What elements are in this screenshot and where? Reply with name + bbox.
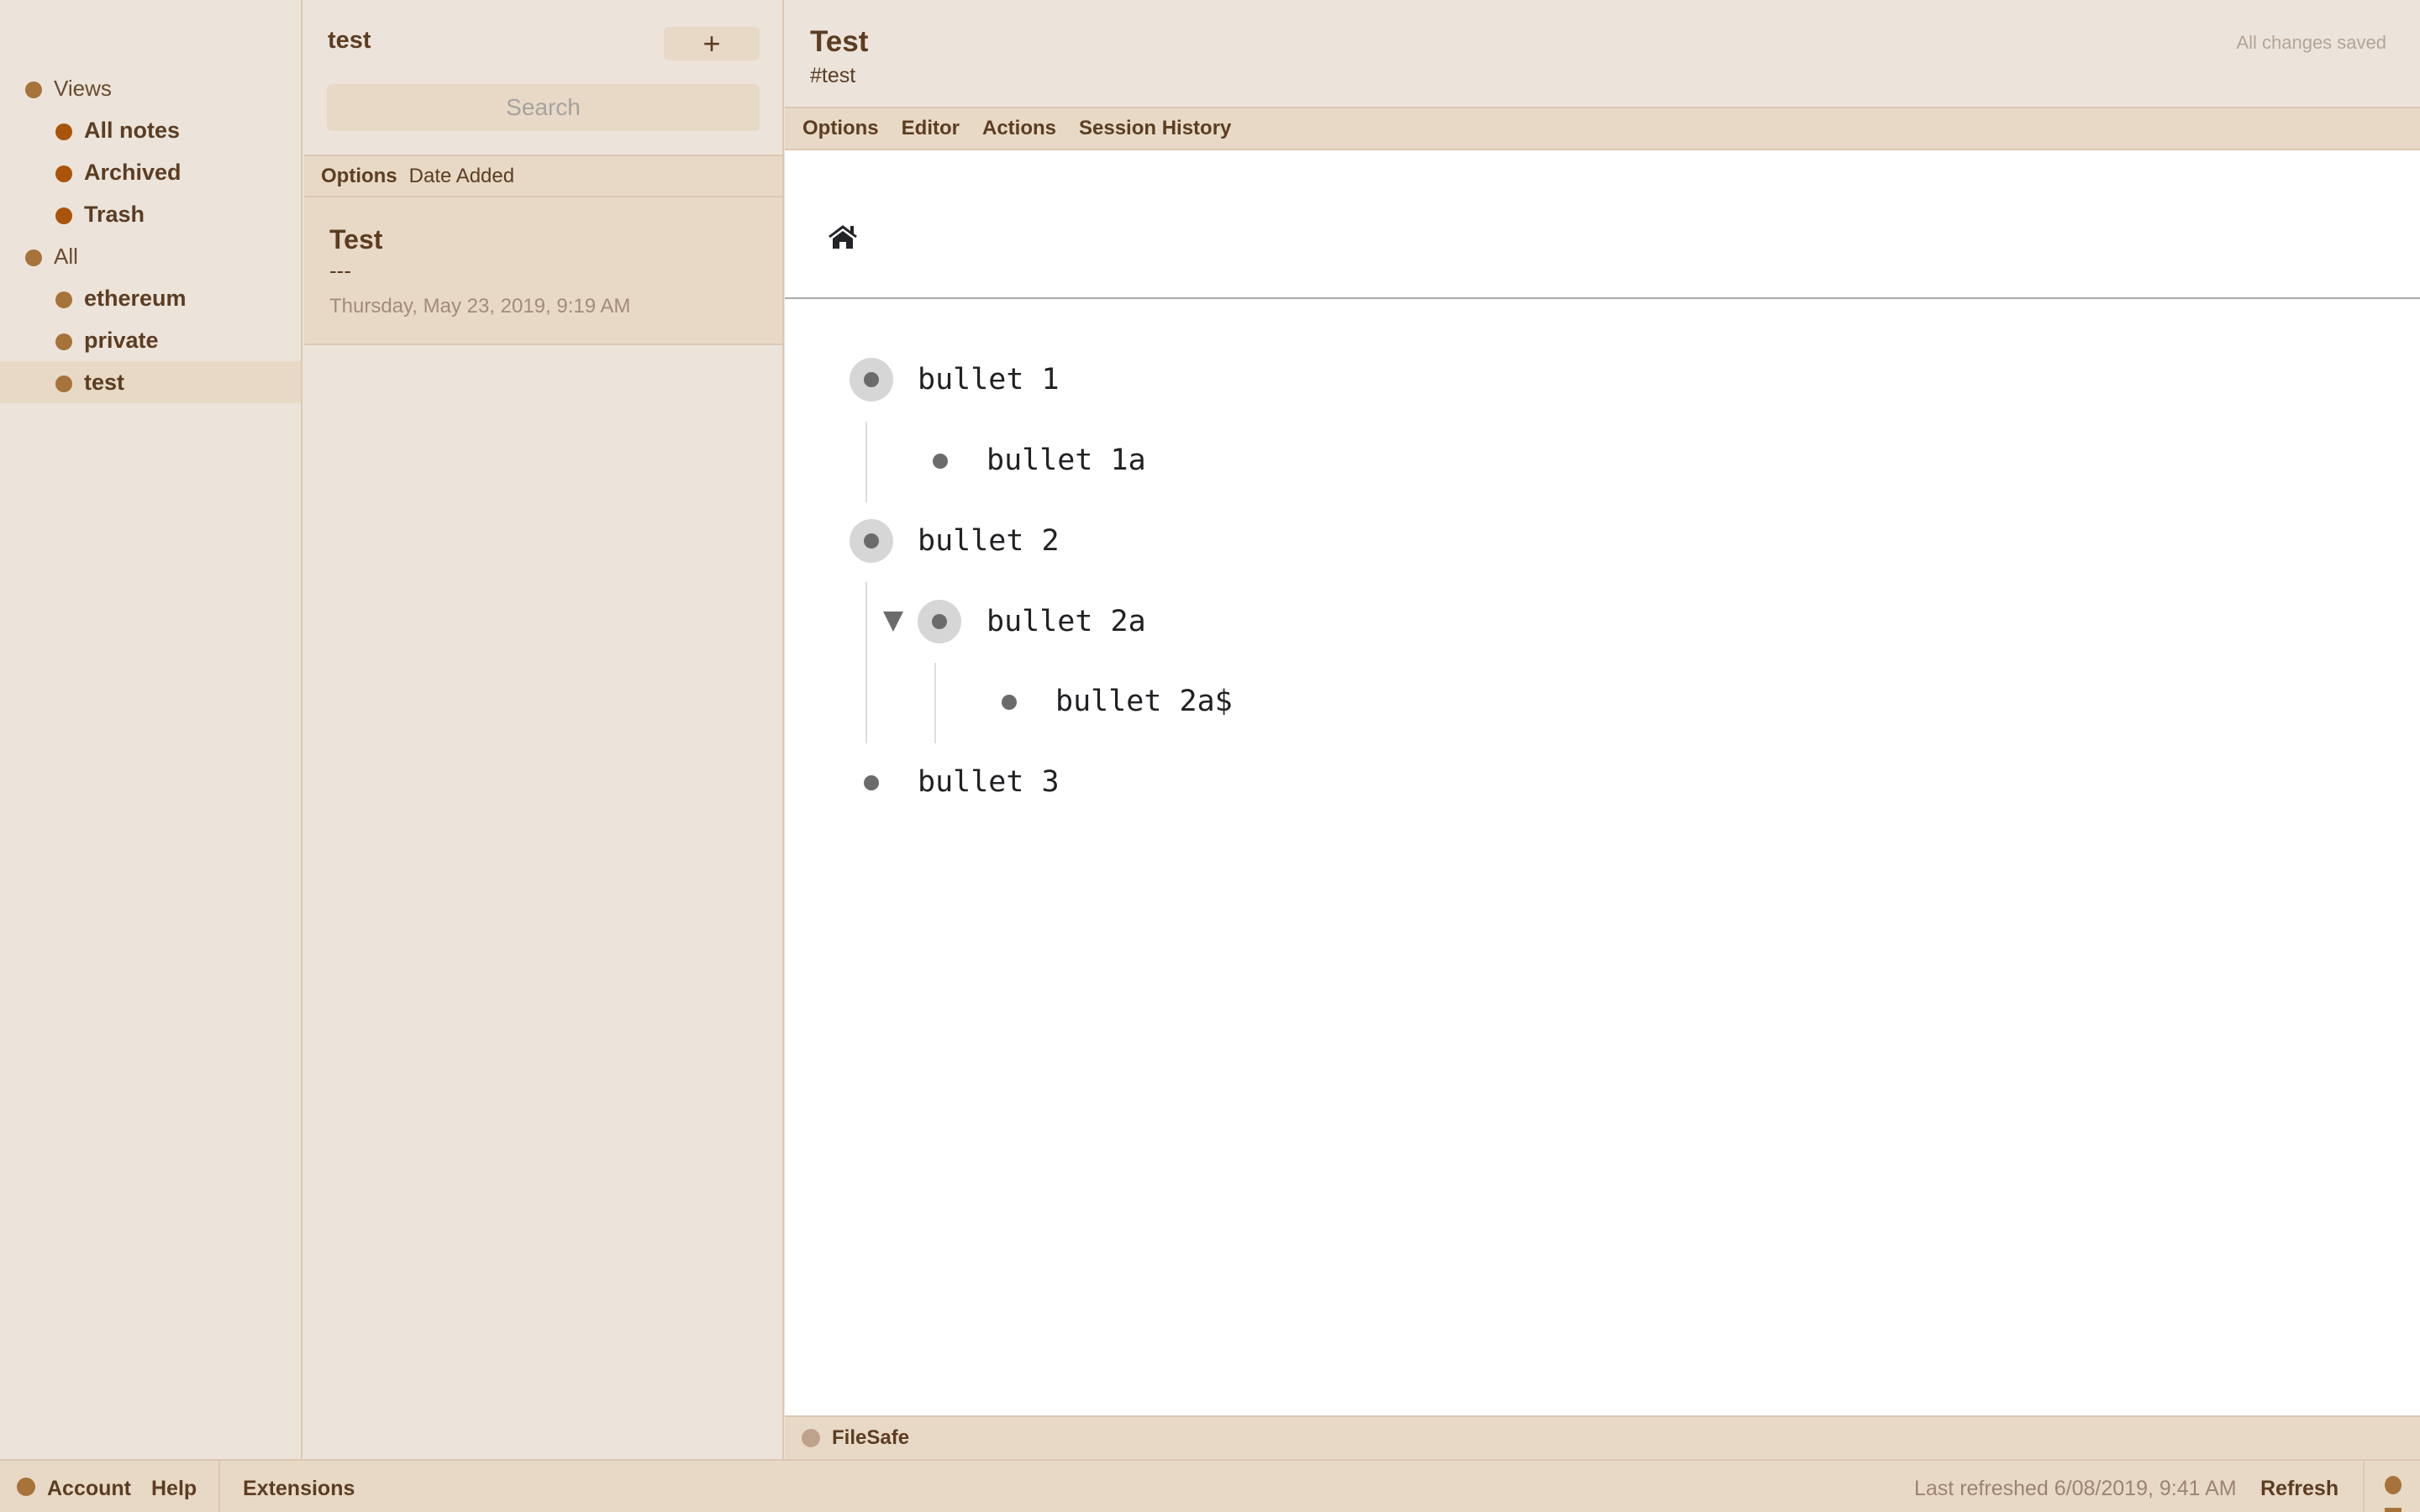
editor-panel: Test #test All changes saved Options Edi… <box>785 0 2420 1459</box>
outline-item-text[interactable]: bullet 3 <box>918 765 1060 799</box>
sidebar-item-label: Views <box>54 75 112 101</box>
sidebar-item-label: All <box>54 243 78 269</box>
sidebar-item-all[interactable]: All <box>0 235 301 277</box>
editor-header: Test #test All changes saved <box>785 0 2420 108</box>
refresh-button[interactable]: Refresh <box>2260 1477 2338 1501</box>
tag-dot-icon <box>55 333 72 350</box>
bullet-handle-icon[interactable] <box>918 600 961 643</box>
outline-item-text[interactable]: bullet 2 <box>918 524 1060 558</box>
tag-dot-icon <box>25 249 42 266</box>
outline-item-text[interactable]: bullet 1 <box>918 363 1060 396</box>
outline-item[interactable]: bullet 1 <box>918 354 1060 405</box>
extensions-button[interactable]: Extensions <box>243 1477 355 1501</box>
sidebar-item-label: ethereum <box>84 285 187 311</box>
search-input[interactable] <box>327 84 760 131</box>
tag-dot-icon <box>55 375 72 392</box>
sidebar-item-label: test <box>84 369 125 395</box>
outline-item-text[interactable]: bullet 1a <box>986 444 1146 477</box>
account-status-icon <box>17 1478 35 1496</box>
tag-dot-icon <box>55 165 72 182</box>
sidebar-item-ethereum[interactable]: ethereum <box>0 277 301 319</box>
note-list-item[interactable]: Test --- Thursday, May 23, 2019, 9:19 AM <box>304 197 782 345</box>
menu-options[interactable]: Options <box>802 117 879 140</box>
menu-actions[interactable]: Actions <box>982 117 1056 140</box>
tag-dot-icon <box>55 291 72 308</box>
menu-session-history[interactable]: Session History <box>1079 117 1231 140</box>
new-note-button[interactable]: + <box>664 27 760 60</box>
sidebar-item-test[interactable]: test <box>0 361 301 403</box>
bullet-handle-icon[interactable] <box>850 358 893 402</box>
filesafe-button[interactable]: FileSafe <box>832 1426 909 1450</box>
sidebar-item-label: All notes <box>84 117 181 143</box>
outline-item[interactable]: bullet 3 <box>918 757 1060 807</box>
outline-item-text[interactable]: bullet 2a$ <box>1055 685 1233 718</box>
filesafe-bar: FileSafe <box>785 1415 2420 1459</box>
last-refreshed-status: Last refreshed 6/08/2019, 9:41 AM <box>1914 1477 2237 1500</box>
note-item-preview: --- <box>329 258 351 283</box>
indent-guide <box>934 663 936 743</box>
outline-item[interactable]: bullet 1a <box>986 435 1146 486</box>
home-icon[interactable] <box>827 223 859 249</box>
tag-dot-icon <box>55 207 72 224</box>
outliner-editor[interactable]: bullet 1 bullet 1a bullet 2 bullet 2a bu… <box>785 150 2420 1415</box>
sidebar-item-trash[interactable]: Trash <box>0 193 301 235</box>
note-item-title: Test <box>329 224 383 255</box>
indent-guide <box>865 422 867 502</box>
tags-sidebar: Views All notes Archived Trash All ether… <box>0 0 302 1459</box>
breadcrumb-bar <box>785 150 2420 299</box>
tag-dot-icon <box>55 123 72 140</box>
help-button[interactable]: Help <box>151 1477 197 1501</box>
tag-dot-icon <box>25 81 42 98</box>
bullet-dot-icon[interactable] <box>1002 695 1017 710</box>
account-button[interactable]: Account <box>47 1477 131 1501</box>
outline-item[interactable]: bullet 2a <box>986 596 1146 647</box>
footer-divider <box>2363 1461 2365 1512</box>
outline-item[interactable]: bullet 2a$ <box>1055 676 1233 727</box>
notes-panel-title: test <box>328 27 371 54</box>
outline-item-text[interactable]: bullet 2a <box>986 605 1146 638</box>
collapse-triangle-icon[interactable] <box>883 612 903 632</box>
sidebar-item-archived[interactable]: Archived <box>0 151 301 193</box>
bullet-handle-icon[interactable] <box>850 519 893 563</box>
note-item-date: Thursday, May 23, 2019, 9:19 AM <box>329 295 631 318</box>
footer-divider <box>218 1461 220 1512</box>
save-status: All changes saved <box>2236 32 2386 53</box>
note-tags-input[interactable]: #test <box>810 64 855 88</box>
bullet-dot-icon[interactable] <box>933 454 948 469</box>
sidebar-item-all-notes[interactable]: All notes <box>0 109 301 151</box>
sidebar-item-private[interactable]: private <box>0 319 301 361</box>
lock-icon[interactable] <box>2385 1508 2402 1512</box>
sidebar-item-label: Archived <box>84 159 182 185</box>
filesafe-status-icon <box>802 1429 820 1447</box>
notes-options-bar: Options Date Added <box>304 155 782 197</box>
sync-status-icon[interactable] <box>2385 1476 2402 1494</box>
editor-menu-bar: Options Editor Actions Session History <box>785 108 2420 150</box>
outline-item[interactable]: bullet 2 <box>918 516 1060 566</box>
notes-panel: test + Options Date Added Test --- Thurs… <box>304 0 784 1459</box>
indent-guide <box>865 582 867 743</box>
note-title-input[interactable]: Test <box>810 25 868 59</box>
notes-options-button[interactable]: Options <box>321 165 397 188</box>
menu-editor[interactable]: Editor <box>902 117 960 140</box>
sidebar-item-label: private <box>84 327 159 353</box>
sidebar-item-label: Trash <box>84 201 145 227</box>
sidebar-item-views[interactable]: Views <box>0 67 301 109</box>
sort-label: Date Added <box>408 164 515 187</box>
bullet-dot-icon[interactable] <box>864 775 879 790</box>
footer-bar: Account Help Extensions Last refreshed 6… <box>0 1459 2420 1512</box>
